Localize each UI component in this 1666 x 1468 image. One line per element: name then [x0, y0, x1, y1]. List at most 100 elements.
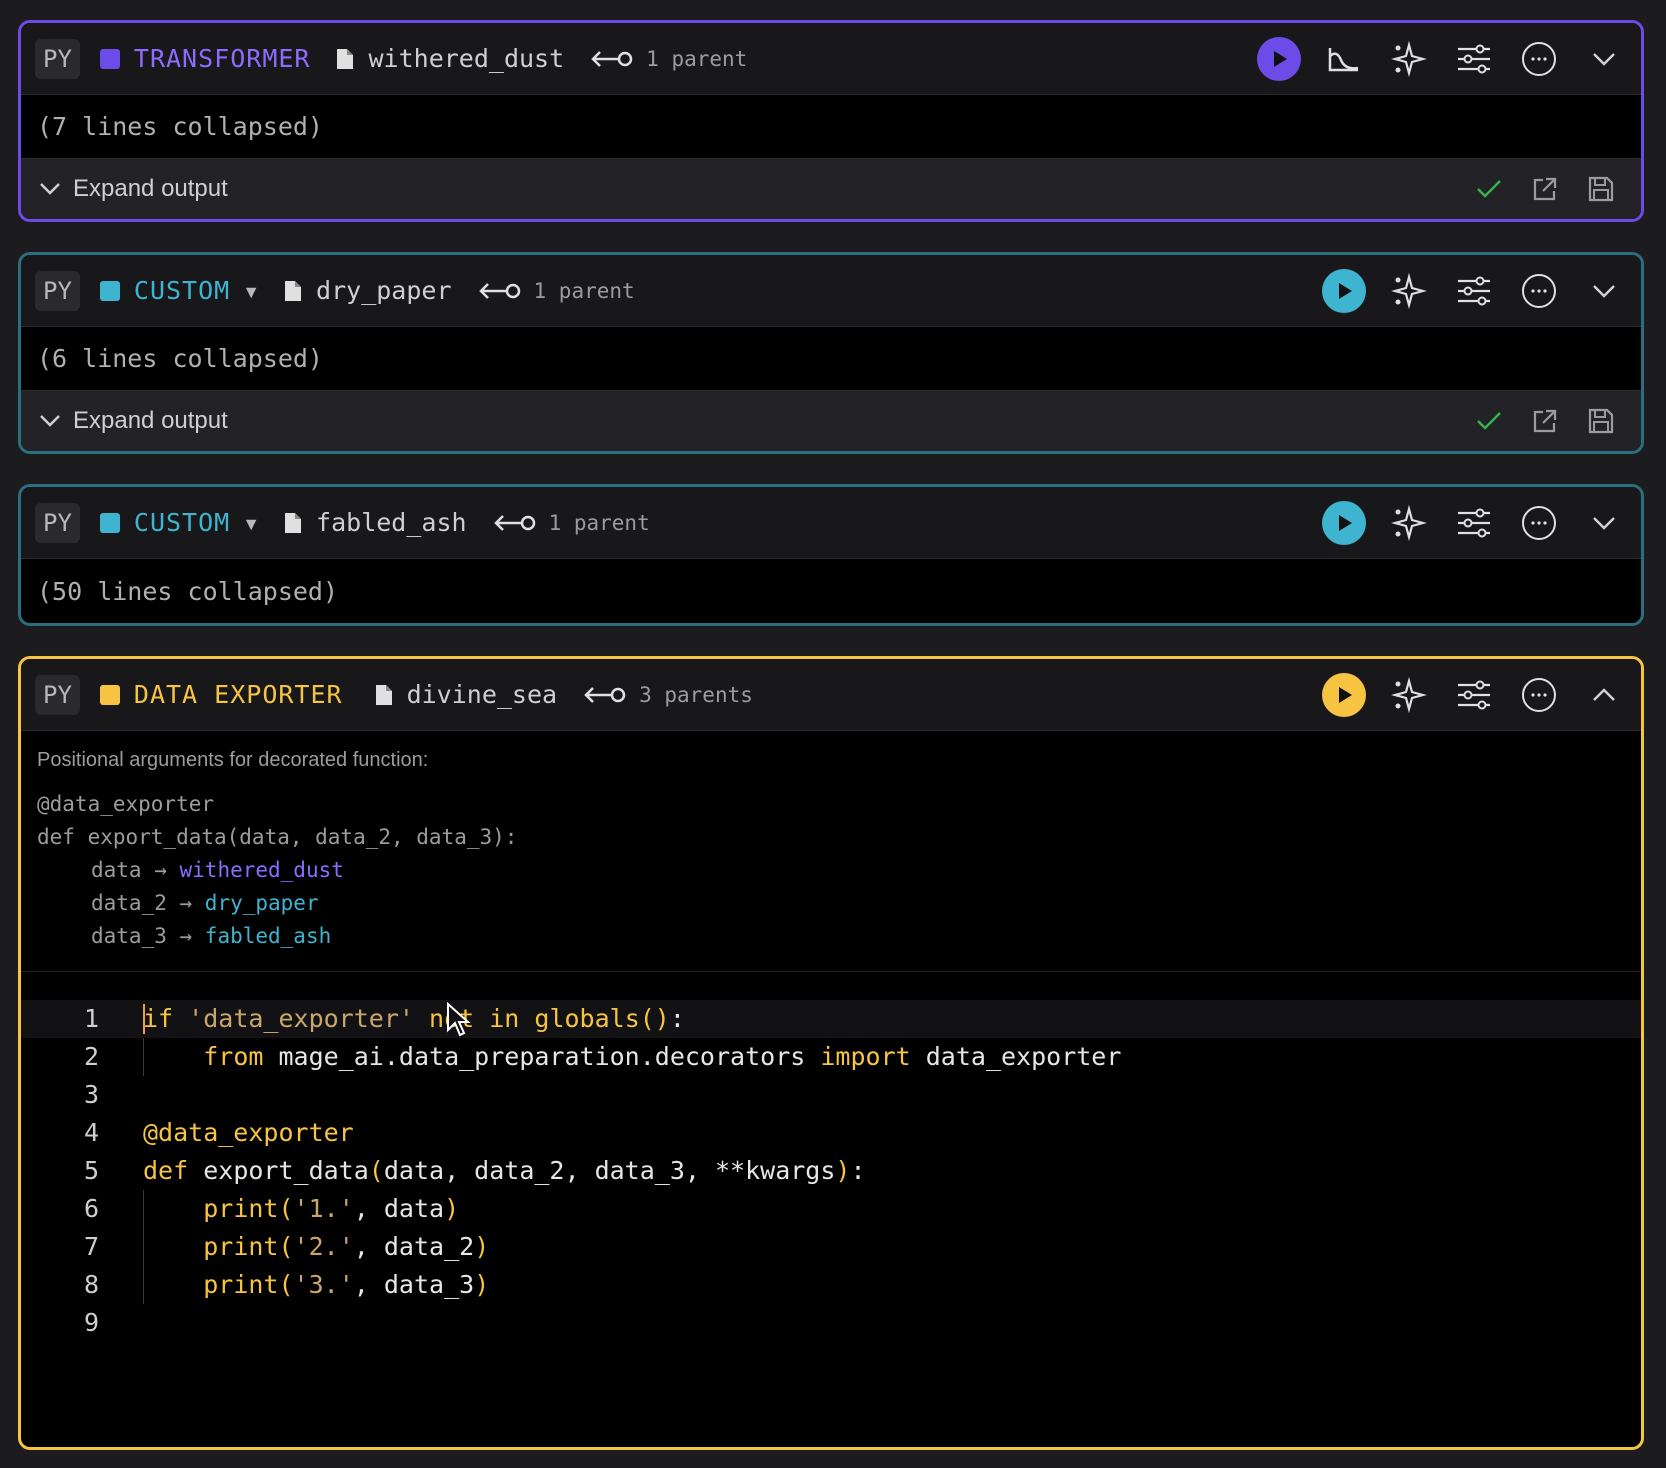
expand-output-label[interactable]: Expand output — [73, 407, 228, 435]
chevron-down-icon — [1593, 53, 1615, 66]
save-output-button[interactable] — [1581, 401, 1621, 441]
check-icon — [1469, 401, 1509, 441]
language-badge: PY — [35, 38, 80, 79]
settings-button[interactable] — [1451, 672, 1497, 718]
run-button[interactable] — [1321, 500, 1367, 546]
sparkle-icon — [1391, 41, 1427, 77]
transformer-block: PY TRANSFORMER withered_dust 1 parent (7… — [18, 20, 1644, 222]
block-name[interactable]: withered_dust — [368, 44, 564, 73]
mouse-pointer-icon — [446, 1001, 472, 1043]
more-button[interactable] — [1516, 672, 1562, 718]
code-line[interactable]: 8 print('3.', data_3) — [21, 1266, 1641, 1304]
save-icon — [1588, 176, 1614, 202]
block-type-label[interactable]: CUSTOM — [134, 508, 230, 537]
sparkle-icon — [1391, 273, 1427, 309]
caret-down-icon[interactable]: ▼ — [242, 282, 260, 303]
run-button[interactable] — [1256, 36, 1302, 82]
collapsed-code[interactable]: (6 lines collapsed) — [21, 327, 1641, 391]
ai-button[interactable] — [1386, 672, 1432, 718]
external-link-icon — [1533, 409, 1557, 433]
file-icon — [282, 511, 304, 535]
code-line[interactable]: 4 @data_exporter — [21, 1114, 1641, 1152]
argument-name: data — [91, 858, 142, 882]
more-button[interactable] — [1516, 500, 1562, 546]
settings-button[interactable] — [1451, 500, 1497, 546]
code-line[interactable]: 3 — [21, 1076, 1641, 1114]
parent-link-icon — [478, 279, 522, 303]
parents-count[interactable]: 1 parent — [534, 279, 635, 303]
argument-mapping: data_2 → dry_paper — [37, 887, 1625, 920]
output-bar[interactable]: Expand output — [21, 159, 1641, 219]
play-icon — [1322, 269, 1366, 313]
file-icon — [334, 47, 356, 71]
code-text: @data_exporter — [143, 1118, 354, 1147]
sparkle-icon — [1391, 505, 1427, 541]
parent-link-icon — [583, 683, 627, 707]
code-line[interactable]: 1 if 'data_exporter' not in globals(): — [21, 1000, 1641, 1038]
play-icon — [1322, 501, 1366, 545]
text-cursor — [143, 1004, 145, 1034]
chart-icon — [1328, 48, 1359, 72]
save-output-button[interactable] — [1581, 169, 1621, 209]
block-name[interactable]: divine_sea — [407, 680, 558, 709]
block-type-label: TRANSFORMER — [133, 44, 311, 73]
run-button[interactable] — [1321, 268, 1367, 314]
caret-down-icon[interactable]: ▼ — [242, 514, 260, 535]
collapse-button[interactable] — [1581, 672, 1627, 718]
ai-button[interactable] — [1386, 268, 1432, 314]
argument-block-link[interactable]: withered_dust — [180, 858, 344, 882]
code-text: print('1.', data) — [203, 1194, 460, 1223]
parent-link-icon — [590, 47, 634, 71]
open-output-button[interactable] — [1525, 169, 1565, 209]
argument-block-link[interactable]: fabled_ash — [205, 924, 331, 948]
chevron-down-icon — [39, 182, 61, 196]
chart-button[interactable] — [1321, 36, 1367, 82]
settings-button[interactable] — [1451, 36, 1497, 82]
parents-count[interactable]: 1 parent — [549, 511, 650, 535]
custom-block: PY CUSTOM ▼ dry_paper 1 parent (6 lines … — [18, 252, 1644, 454]
play-icon — [1322, 673, 1366, 717]
code-editor[interactable]: 1 if 'data_exporter' not in globals(): 2… — [21, 1000, 1641, 1342]
chevron-down-icon — [1593, 285, 1615, 298]
expand-output-label[interactable]: Expand output — [73, 175, 228, 203]
code-line[interactable]: 9 — [21, 1304, 1641, 1342]
settings-button[interactable] — [1451, 268, 1497, 314]
language-badge: PY — [35, 674, 80, 715]
more-button[interactable] — [1516, 268, 1562, 314]
collapse-button[interactable] — [1581, 36, 1627, 82]
block-name[interactable]: dry_paper — [316, 276, 451, 305]
check-icon — [1469, 169, 1509, 209]
block-name[interactable]: fabled_ash — [316, 508, 467, 537]
block-type-color — [99, 512, 120, 533]
data-exporter-block: PY DATA EXPORTER divine_sea 3 parents Po… — [18, 656, 1644, 1450]
more-icon — [1522, 506, 1556, 540]
code-line[interactable]: 7 print('2.', data_2) — [21, 1228, 1641, 1266]
parents-count[interactable]: 3 parents — [639, 683, 753, 707]
block-type-color — [99, 684, 120, 705]
open-output-button[interactable] — [1525, 401, 1565, 441]
collapse-button[interactable] — [1581, 500, 1627, 546]
collapsed-code[interactable]: (50 lines collapsed) — [21, 559, 1641, 623]
code-line[interactable]: 2 from mage_ai.data_preparation.decorato… — [21, 1038, 1641, 1076]
argument-mapping: data → withered_dust — [37, 854, 1625, 887]
argument-block-link[interactable]: dry_paper — [205, 891, 319, 915]
block-header: PY DATA EXPORTER divine_sea 3 parents — [21, 659, 1641, 731]
code-line[interactable]: 6 print('1.', data) — [21, 1190, 1641, 1228]
output-bar[interactable]: Expand output — [21, 391, 1641, 451]
sliders-icon — [1458, 276, 1490, 306]
code-text: print('2.', data_2) — [203, 1232, 490, 1261]
block-type-label[interactable]: CUSTOM — [134, 276, 230, 305]
run-button[interactable] — [1321, 672, 1367, 718]
ai-button[interactable] — [1386, 36, 1432, 82]
collapsed-code[interactable]: (7 lines collapsed) — [21, 95, 1641, 159]
code-line[interactable]: 5 def export_data(data, data_2, data_3, … — [21, 1152, 1641, 1190]
parents-count[interactable]: 1 parent — [646, 47, 747, 71]
more-button[interactable] — [1516, 36, 1562, 82]
argument-name: data_3 — [91, 924, 167, 948]
chevron-down-icon — [1593, 517, 1615, 530]
arrow-right-icon: → — [166, 924, 205, 948]
ai-button[interactable] — [1386, 500, 1432, 546]
line-number: 6 — [83, 1194, 99, 1223]
sliders-icon — [1458, 508, 1490, 538]
collapse-button[interactable] — [1581, 268, 1627, 314]
